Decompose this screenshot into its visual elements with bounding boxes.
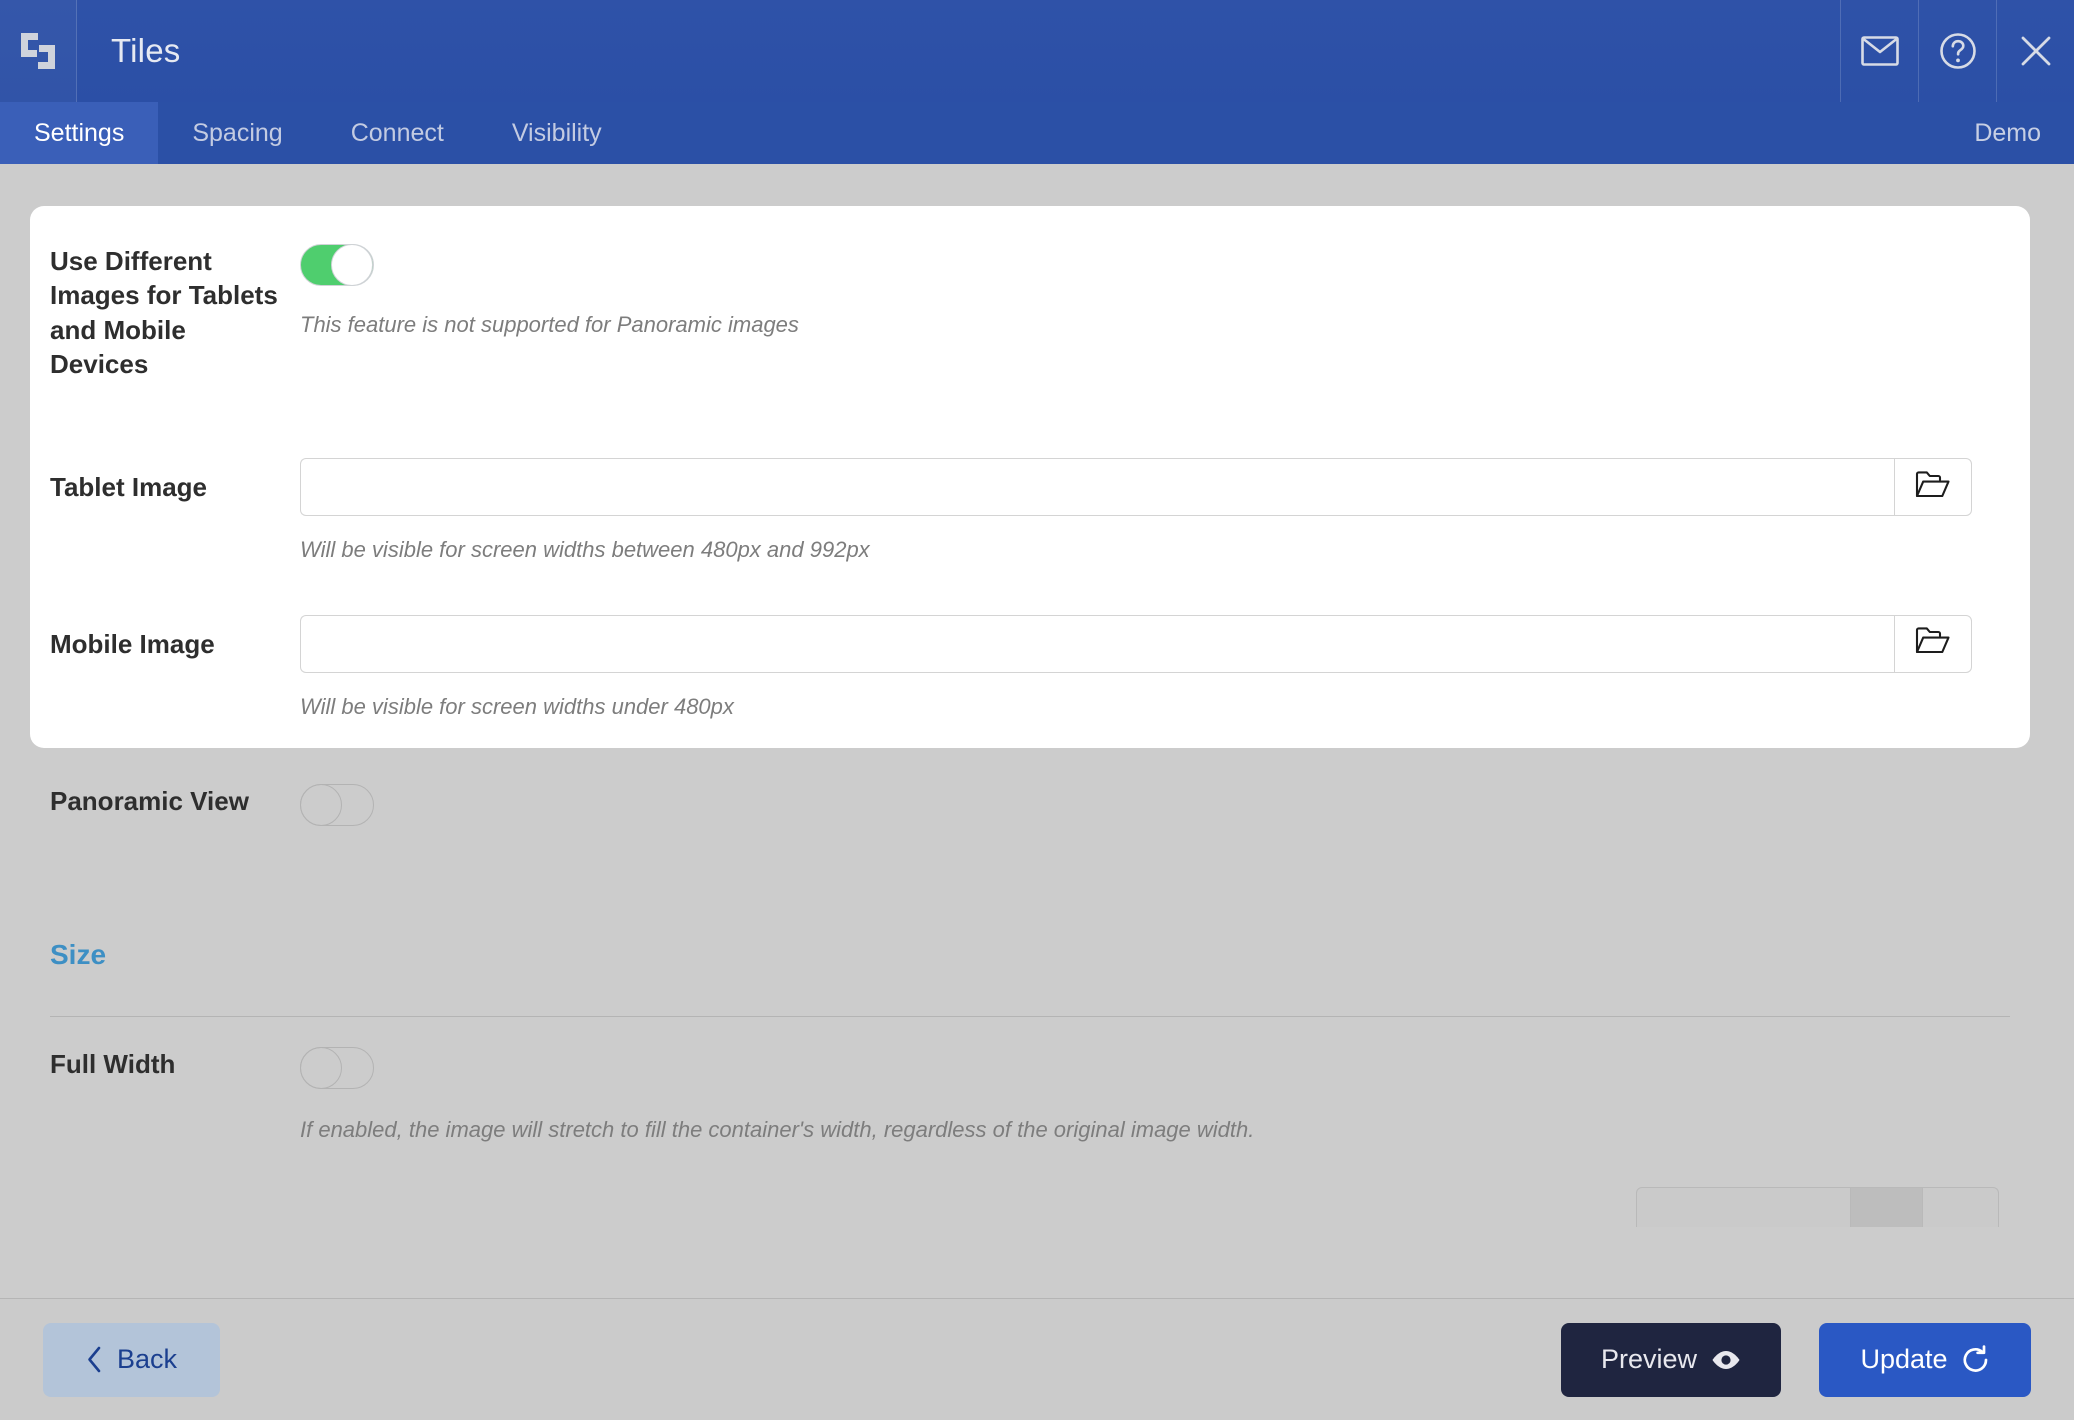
clipped-control-below-fold[interactable] (1636, 1187, 1999, 1227)
full-width-label: Full Width (50, 1049, 176, 1079)
mail-button[interactable] (1840, 0, 1918, 102)
page-title: Tiles (111, 32, 181, 69)
row-panoramic-view: Panoramic View (30, 784, 2030, 831)
eye-icon (1711, 1349, 1741, 1371)
use-different-images-helper: This feature is not supported for Panora… (300, 312, 799, 337)
clipped-control-segment (1851, 1187, 1923, 1227)
tab-spacing-label: Spacing (192, 118, 283, 147)
mobile-image-browse-button[interactable] (1894, 614, 1972, 673)
refresh-icon (1962, 1344, 1990, 1375)
back-button-label: Back (116, 1344, 178, 1374)
full-width-helper: If enabled, the image will stretch to fi… (300, 1117, 1255, 1142)
size-section-divider (50, 1016, 2010, 1017)
mobile-image-control: Will be visible for screen widths under … (282, 614, 2030, 722)
size-section-title: Size (50, 939, 107, 970)
window-title-container: Tiles (77, 0, 1840, 102)
tab-spacing[interactable]: Spacing (158, 102, 316, 164)
tab-connect-label: Connect (350, 118, 444, 147)
help-icon (1939, 32, 1977, 70)
tab-bar: Settings Spacing Connect Visibility Demo (0, 102, 2074, 164)
tablet-image-label: Tablet Image (50, 472, 208, 503)
mobile-image-field-group (300, 614, 1972, 673)
demo-label: Demo (1974, 118, 2041, 147)
row-mobile-image: Mobile Image Will be visible for screen … (30, 565, 2030, 722)
toggle-knob (300, 784, 342, 826)
row-use-different-images: Use Different Images for Tablets and Mob… (30, 206, 2030, 381)
open-folder-icon (1915, 626, 1951, 661)
update-button[interactable]: Update (1819, 1322, 2031, 1397)
tiles-logo-icon (18, 30, 58, 72)
app-window: Tiles Settings Spacing Connect Visibilit… (0, 0, 2074, 1420)
update-button-label: Update (1860, 1344, 1948, 1374)
tablet-image-control: Will be visible for screen widths betwee… (282, 458, 2030, 565)
full-width-control: If enabled, the image will stretch to fi… (282, 1047, 2030, 1145)
footer-action-bar: Back Preview Update (0, 1298, 2074, 1420)
toggle-knob (300, 1047, 342, 1089)
clipped-control-field (1636, 1187, 1851, 1227)
tab-visibility-label: Visibility (511, 118, 602, 147)
size-section: Size (30, 939, 2030, 1017)
tablet-image-browse-button[interactable] (1894, 458, 1972, 517)
full-width-toggle[interactable] (300, 1047, 374, 1089)
clipped-control-button (1923, 1187, 1999, 1227)
tablet-image-input[interactable] (300, 458, 1894, 517)
tab-settings[interactable]: Settings (0, 102, 159, 164)
close-button[interactable] (1996, 0, 2074, 102)
use-different-images-label: Use Different Images for Tablets and Mob… (50, 246, 278, 379)
tablet-image-helper: Will be visible for screen widths betwee… (300, 537, 870, 563)
title-bar: Tiles (0, 0, 2074, 102)
open-folder-icon (1915, 470, 1951, 505)
back-button[interactable]: Back (43, 1322, 220, 1397)
use-different-images-control: This feature is not supported for Panora… (282, 244, 2030, 340)
tab-bar-spacer (636, 102, 1975, 164)
mobile-image-input[interactable] (300, 614, 1894, 673)
chevron-left-icon (86, 1346, 103, 1373)
tab-visibility[interactable]: Visibility (478, 102, 636, 164)
responsive-images-card: Use Different Images for Tablets and Mob… (30, 206, 2030, 748)
preview-button-label: Preview (1600, 1344, 1697, 1374)
help-button[interactable] (1918, 0, 1996, 102)
panoramic-view-toggle[interactable] (300, 784, 374, 826)
mail-icon (1860, 36, 1899, 66)
tablet-image-field-group (300, 458, 1972, 517)
demo-link[interactable]: Demo (1974, 102, 2074, 164)
use-different-images-toggle[interactable] (300, 244, 374, 286)
panoramic-view-control (282, 784, 2030, 831)
tab-settings-label: Settings (34, 118, 125, 147)
app-logo (0, 0, 77, 102)
tab-connect[interactable]: Connect (317, 102, 478, 164)
settings-scroll-area[interactable]: Use Different Images for Tablets and Mob… (0, 164, 2074, 1298)
toggle-knob (331, 244, 373, 286)
row-full-width: Full Width If enabled, the image will st… (30, 1047, 2030, 1145)
panoramic-view-label: Panoramic View (50, 786, 249, 816)
preview-button[interactable]: Preview (1560, 1322, 1781, 1397)
row-tablet-image: Tablet Image Will be visible for screen … (30, 381, 2030, 565)
mobile-image-label: Mobile Image (50, 628, 215, 659)
mobile-image-helper: Will be visible for screen widths under … (300, 693, 734, 719)
close-icon (2018, 33, 2054, 69)
